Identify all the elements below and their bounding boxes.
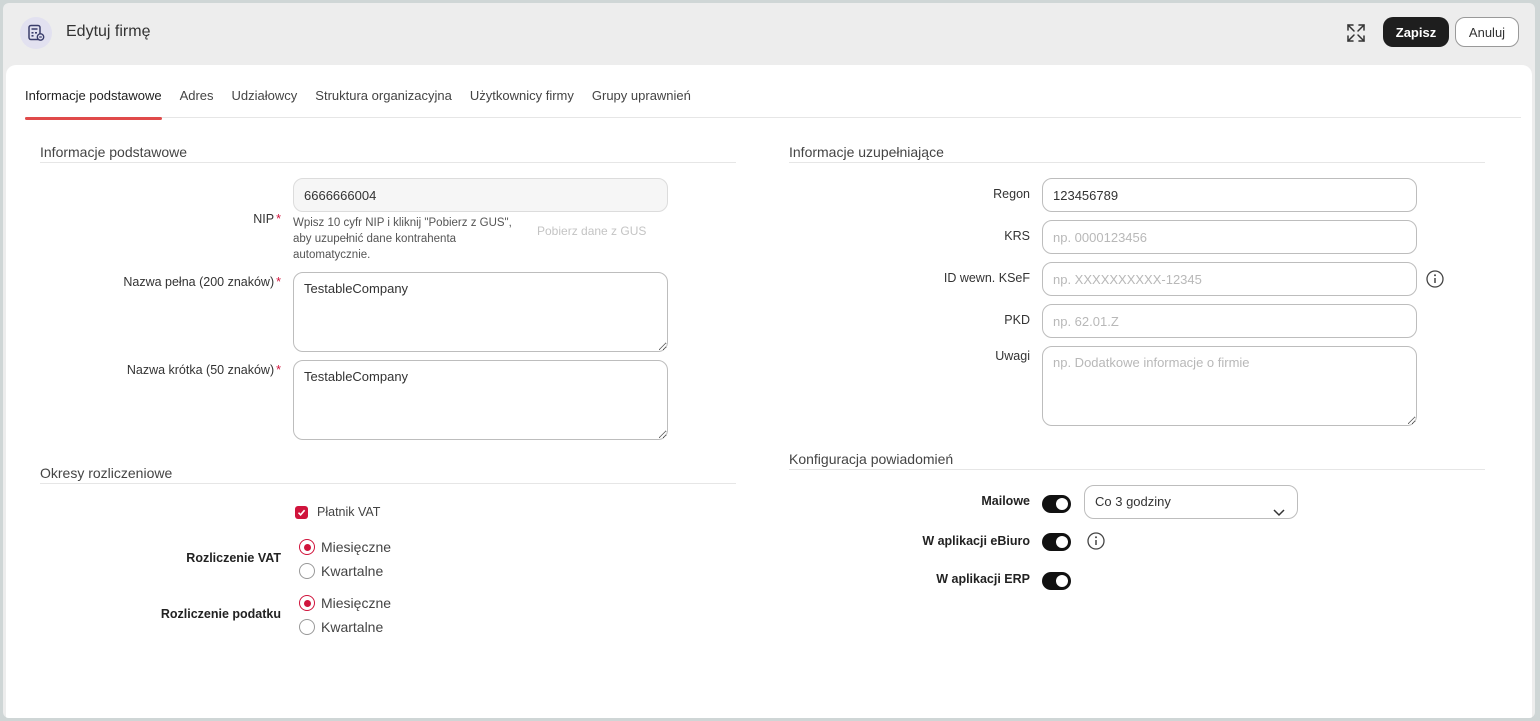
email-frequency-value: Co 3 godziny [1095, 494, 1171, 509]
ksef-id-label: ID wewn. KSeF [943, 271, 1030, 285]
vat-quarterly-radio[interactable] [299, 563, 315, 579]
save-button[interactable]: Zapisz [1383, 17, 1449, 47]
vat-payer-label: Płatnik VAT [317, 505, 381, 519]
regon-label: Regon [993, 187, 1030, 201]
section-extra-info-title: Informacje uzupełniające [789, 144, 1485, 163]
section-periods-title: Okresy rozliczeniowe [40, 465, 736, 484]
form-panel: Informacje podstawowe Adres Udziałowcy S… [6, 65, 1532, 718]
required-mark: * [276, 275, 281, 289]
krs-input[interactable] [1042, 220, 1417, 254]
ebiuro-notifications-toggle[interactable] [1042, 533, 1071, 551]
full-name-label: Nazwa pełna (200 znaków) * [86, 275, 281, 289]
tab-shareholders[interactable]: Udziałowcy [232, 88, 298, 118]
nip-label-text: NIP [253, 212, 275, 226]
tab-org-structure[interactable]: Struktura organizacyjna [315, 88, 452, 118]
short-name-label-text: Nazwa krótka (50 znaków) [126, 363, 275, 377]
email-notifications-toggle[interactable] [1042, 495, 1071, 513]
email-notifications-label: Mailowe [981, 494, 1030, 508]
full-name-label-text: Nazwa pełna (200 znaków) [123, 275, 275, 289]
tax-quarterly-radio[interactable] [299, 619, 315, 635]
erp-notifications-toggle[interactable] [1042, 572, 1071, 590]
notes-field[interactable] [1042, 346, 1417, 426]
pkd-input[interactable] [1042, 304, 1417, 338]
nip-hint: Wpisz 10 cyfr NIP i kliknij "Pobierz z G… [293, 217, 512, 261]
chevron-down-icon [1273, 497, 1285, 529]
email-frequency-select[interactable]: Co 3 godziny [1084, 485, 1298, 519]
vat-quarterly-label: Kwartalne [321, 563, 384, 579]
expand-icon[interactable] [1343, 20, 1369, 46]
tab-company-users[interactable]: Użytkownicy firmy [470, 88, 574, 118]
ebiuro-info-icon[interactable] [1087, 532, 1105, 550]
section-basic-info-title: Informacje podstawowe [40, 144, 736, 163]
full-name-field[interactable]: TestableCompany [293, 272, 668, 352]
vat-payer-checkbox[interactable] [295, 506, 308, 519]
calculator-document-icon [20, 17, 52, 49]
vat-monthly-radio[interactable] [299, 539, 315, 555]
fetch-gus-button[interactable]: Pobierz dane z GUS [537, 224, 646, 238]
erp-notifications-label: W aplikacji ERP [936, 572, 1030, 586]
ksef-id-input[interactable] [1042, 262, 1417, 296]
short-name-field[interactable]: TestableCompany [293, 360, 668, 440]
required-mark: * [276, 363, 281, 377]
section-notifications-title: Konfiguracja powiadomień [789, 451, 1485, 470]
cancel-button[interactable]: Anuluj [1455, 17, 1519, 47]
tab-basic-info[interactable]: Informacje podstawowe [25, 88, 162, 120]
tab-address[interactable]: Adres [180, 88, 214, 118]
edit-company-window: Edytuj firmę Zapisz Anuluj Informacje po… [3, 3, 1535, 718]
krs-label: KRS [1004, 229, 1030, 243]
required-mark: * [276, 212, 281, 226]
tab-bar: Informacje podstawowe Adres Udziałowcy S… [25, 88, 1521, 120]
header: Edytuj firmę Zapisz Anuluj [3, 3, 1535, 65]
tax-monthly-radio[interactable] [299, 595, 315, 611]
tax-monthly-label: Miesięczne [321, 595, 392, 611]
short-name-label: Nazwa krótka (50 znaków) * [86, 363, 281, 377]
tax-settlement-label: Rozliczenie podatku [160, 607, 281, 621]
ebiuro-notifications-label: W aplikacji eBiuro [922, 534, 1030, 548]
ksef-info-icon[interactable] [1426, 270, 1444, 288]
vat-monthly-label: Miesięczne [321, 539, 392, 555]
notes-label: Uwagi [995, 349, 1030, 363]
pkd-label: PKD [1004, 313, 1030, 327]
tab-permission-groups[interactable]: Grupy uprawnień [592, 88, 691, 118]
tax-quarterly-label: Kwartalne [321, 619, 384, 635]
page-title: Edytuj firmę [66, 23, 151, 40]
regon-input[interactable] [1042, 178, 1417, 212]
nip-input[interactable] [293, 178, 668, 212]
vat-settlement-label: Rozliczenie VAT [186, 551, 281, 565]
nip-label: NIP * [206, 212, 281, 226]
